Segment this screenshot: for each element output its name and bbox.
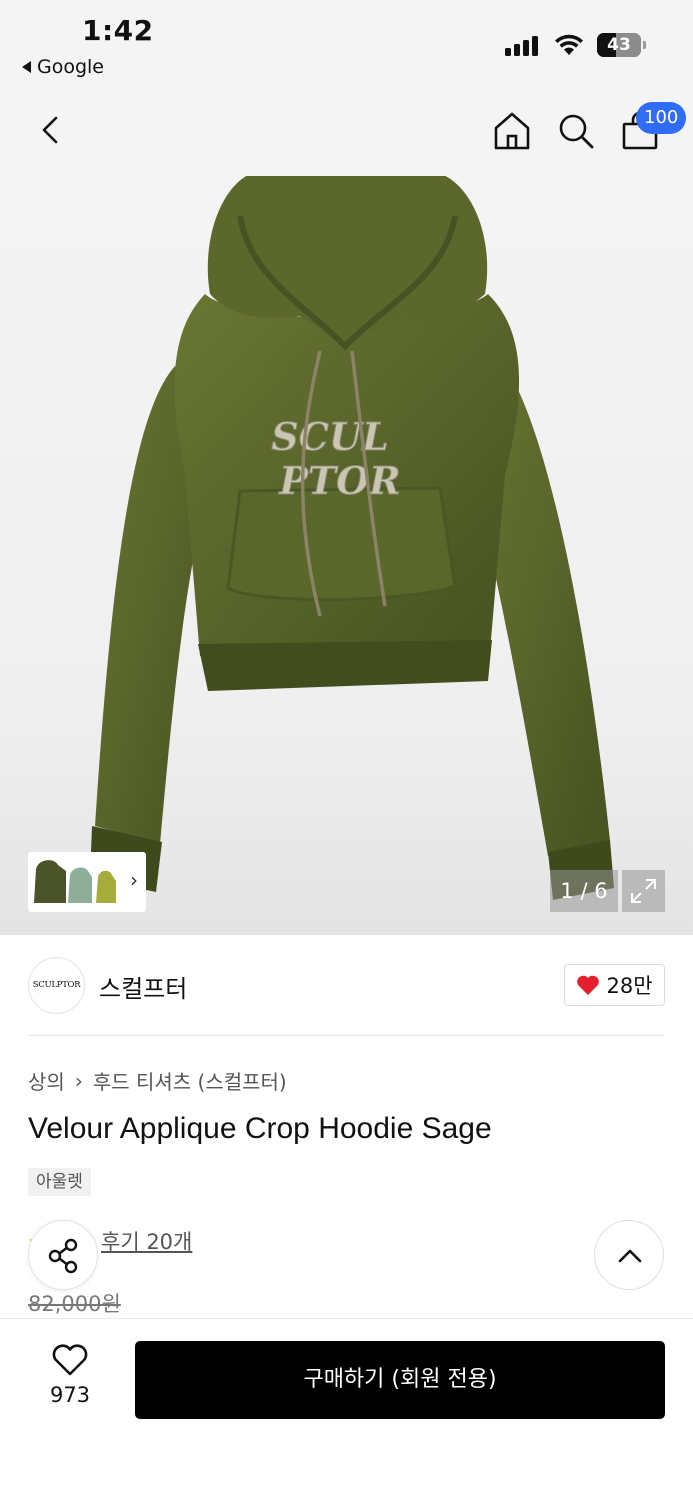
- expand-image-button[interactable]: [622, 870, 665, 912]
- product-image-hoodie: SCUL PTOR: [90, 176, 614, 900]
- outlet-tag: 아울렛: [28, 1168, 91, 1196]
- brand-like-button[interactable]: 28만: [564, 964, 665, 1006]
- product-image-gallery[interactable]: SCUL PTOR › 1 / 6: [0, 176, 693, 935]
- battery-level: 43: [607, 35, 631, 55]
- svg-text:PTOR: PTOR: [278, 458, 401, 503]
- expand-icon: [631, 879, 656, 903]
- svg-text:SCUL: SCUL: [271, 414, 389, 459]
- share-icon: [48, 1238, 78, 1274]
- wishlist-count: 973: [49, 1383, 91, 1407]
- reviews-link[interactable]: 후기 20개: [101, 1226, 192, 1256]
- status-time: 1:42: [82, 14, 154, 47]
- product-title: Velour Applique Crop Hoodie Sage: [28, 1112, 492, 1145]
- back-triangle-icon: [22, 61, 31, 73]
- chevron-up-icon: [618, 1249, 642, 1263]
- search-icon[interactable]: [556, 110, 596, 152]
- battery-tip: [643, 41, 646, 49]
- breadcrumb-separator-icon: ›: [74, 1068, 83, 1093]
- wifi-icon: [555, 34, 583, 55]
- brand-row[interactable]: SCULPTOR 스컬프터 28만: [28, 955, 665, 1015]
- buy-button[interactable]: 구매하기 (회원 전용): [135, 1341, 665, 1419]
- status-bar: 1:42 Google 43: [0, 0, 693, 88]
- breadcrumb-item-subcategory[interactable]: 후드 티셔츠 (스컬프터): [93, 1066, 287, 1095]
- share-button[interactable]: [28, 1220, 98, 1290]
- color-variant-thumbnails: [34, 860, 116, 903]
- breadcrumb-item-category[interactable]: 상의: [28, 1066, 65, 1095]
- wishlist-button[interactable]: 973: [30, 1343, 110, 1407]
- back-chevron-icon[interactable]: [36, 110, 66, 150]
- back-to-app-link[interactable]: Google: [22, 56, 104, 78]
- cellular-signal-icon: [505, 36, 538, 56]
- bottom-purchase-bar: 973 구매하기 (회원 전용): [0, 1318, 693, 1500]
- back-app-label: Google: [37, 56, 105, 78]
- breadcrumb: 상의 › 후드 티셔츠 (스컬프터): [28, 1066, 287, 1095]
- original-price: 82,000원: [28, 1292, 121, 1316]
- heart-filled-icon: [577, 975, 600, 995]
- brand-name[interactable]: 스컬프터: [99, 969, 187, 1004]
- brand-like-count: 28만: [606, 974, 653, 998]
- divider: [28, 1035, 665, 1036]
- home-icon[interactable]: [492, 110, 532, 152]
- image-page-indicator: 1 / 6: [550, 870, 618, 912]
- brand-logo[interactable]: SCULPTOR: [28, 957, 85, 1014]
- cart-count-badge: 100: [636, 102, 687, 134]
- chevron-right-icon: ›: [130, 868, 138, 892]
- battery-icon: 43: [597, 33, 641, 57]
- heart-outline-icon: [52, 1344, 88, 1376]
- top-nav-bar: [0, 88, 693, 176]
- scroll-to-top-button[interactable]: [594, 1220, 664, 1290]
- color-thumbnails-button[interactable]: ›: [28, 852, 146, 912]
